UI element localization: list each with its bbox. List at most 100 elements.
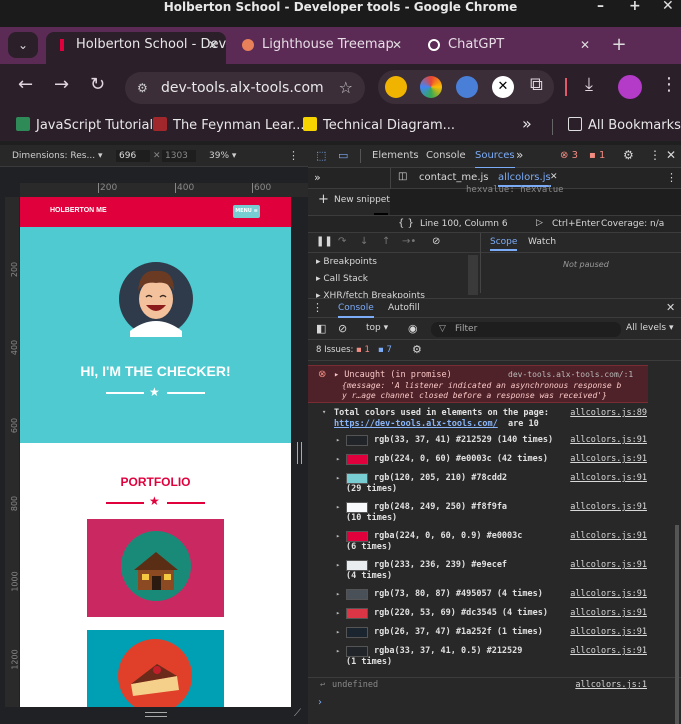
color-log-source-link[interactable]: allcolors.js:91 [570, 502, 647, 512]
extension-1-icon[interactable] [385, 76, 407, 98]
file-menu-icon[interactable]: ⋮ [666, 171, 677, 184]
site-brand[interactable]: HOLBERTON ME [50, 207, 107, 214]
address-bar[interactable]: ⚙ dev-tools.alx-tools.com ☆ [125, 72, 365, 104]
tab-chatgpt[interactable]: ChatGPT ✕ [418, 32, 598, 64]
issues-label[interactable]: 8 Issues: [316, 345, 353, 355]
extensions-puzzle-icon[interactable]: ⧉ [530, 74, 543, 95]
download-icon[interactable]: ⤓ [585, 74, 593, 95]
portfolio-card-cabin[interactable] [87, 519, 224, 617]
code-editor[interactable]: hexvalue: hexvalue [390, 185, 681, 215]
tab-scope[interactable]: Scope [490, 237, 518, 251]
bookmark-javascript-tutorial[interactable]: JavaScript Tutorial [16, 117, 153, 133]
tab-elements[interactable]: Elements [372, 145, 419, 167]
summary-source-link[interactable]: allcolors.js:89 [570, 408, 647, 418]
minimize-icon[interactable]: – [597, 0, 604, 13]
drawer-menu-icon[interactable]: ⋮ [312, 301, 323, 314]
tab-watch[interactable]: Watch [528, 237, 556, 247]
color-log-source-link[interactable]: allcolors.js:91 [570, 627, 647, 637]
navigator-toggle-icon[interactable]: » [314, 171, 321, 184]
close-tab-icon[interactable]: ✕ [208, 32, 218, 58]
close-tab-icon[interactable]: ✕ [392, 32, 402, 58]
color-log-source-link[interactable]: allcolors.js:91 [570, 589, 647, 599]
sidebar-toggle-icon[interactable]: ◧ [316, 322, 326, 335]
step-out-icon[interactable]: ↑ [382, 236, 390, 247]
resize-corner-icon[interactable]: ⟋ [294, 708, 301, 719]
profile-avatar[interactable] [618, 75, 642, 99]
new-snippet-row[interactable]: + New snippet [308, 189, 390, 213]
expand-triangle-icon[interactable]: ▸ [336, 590, 340, 598]
drawer-tab-autofill[interactable]: Autofill [388, 303, 420, 313]
expand-triangle-icon[interactable]: ▸ [336, 474, 340, 482]
width-input[interactable]: 696 [116, 150, 150, 162]
devtools-menu-icon[interactable]: ⋮ [649, 148, 661, 162]
color-log-source-link[interactable]: allcolors.js:91 [570, 608, 647, 618]
settings-gear-icon[interactable]: ⚙ [623, 148, 634, 162]
pause-icon[interactable]: ❚❚ [316, 236, 333, 247]
bookmark-technical-diagram[interactable]: Technical Diagram... [303, 117, 455, 133]
resize-handle-bottom[interactable] [145, 712, 167, 717]
close-window-icon[interactable]: ✕ [662, 0, 674, 13]
tab-sources[interactable]: Sources [475, 145, 515, 169]
all-bookmarks[interactable]: All Bookmarks [568, 117, 681, 133]
new-tab-icon[interactable]: + [604, 32, 634, 58]
portfolio-card-cake[interactable] [87, 630, 224, 707]
expand-triangle-icon[interactable]: ▸ [336, 561, 340, 569]
expand-triangle-icon[interactable]: ▸ [336, 532, 340, 540]
expand-triangle-icon[interactable]: ▸ [336, 503, 340, 511]
pane-scrollbar[interactable] [468, 255, 478, 295]
color-log-source-link[interactable]: allcolors.js:91 [570, 435, 647, 445]
color-log-source-link[interactable]: allcolors.js:91 [570, 646, 647, 656]
run-snippet-icon[interactable]: ▷ [536, 218, 543, 228]
close-devtools-icon[interactable]: ✕ [666, 148, 676, 162]
pane-callstack[interactable]: ▸ Call Stack [316, 274, 368, 284]
clear-console-icon[interactable]: ⊘ [338, 322, 347, 335]
bookmark-feynman[interactable]: The Feynman Lear... [153, 117, 305, 133]
forward-icon[interactable]: → [54, 74, 69, 95]
more-bookmarks-icon[interactable]: » [522, 114, 532, 133]
bookmark-star-icon[interactable]: ☆ [339, 72, 353, 104]
undefined-source-link[interactable]: allcolors.js:1 [575, 680, 647, 690]
issues-error-badge[interactable]: ▪ 1 [356, 345, 370, 355]
pane-breakpoints[interactable]: ▸ Breakpoints [316, 257, 377, 267]
back-icon[interactable]: ← [18, 74, 33, 95]
color-picker-extension-icon[interactable] [420, 76, 442, 98]
deactivate-breakpoints-icon[interactable]: ⊘ [432, 236, 440, 247]
height-input[interactable]: 1303 [162, 150, 196, 162]
errors-badge[interactable]: ⊗ 3 [560, 150, 578, 161]
tab-holberton[interactable]: Holberton School - Dev ✕ [46, 32, 226, 64]
device-options-icon[interactable]: ⋮ [288, 145, 299, 167]
live-expression-eye-icon[interactable]: ◉ [408, 322, 418, 335]
device-toggle-icon[interactable]: ▭ [338, 149, 348, 162]
reload-icon[interactable]: ↻ [90, 74, 105, 95]
drawer-tab-console[interactable]: Console [338, 303, 374, 318]
expand-triangle-icon[interactable]: ▸ [336, 647, 340, 655]
file-tab-contact-me[interactable]: contact_me.js [419, 172, 488, 183]
summary-url[interactable]: https://dev-tools.alx-tools.com/ [334, 419, 498, 429]
color-log-source-link[interactable]: allcolors.js:91 [570, 454, 647, 464]
step-into-icon[interactable]: ↓ [360, 236, 368, 247]
console-settings-icon[interactable]: ⚙ [412, 343, 422, 356]
warnings-badge[interactable]: ▪ 1 [589, 150, 605, 161]
site-info-icon[interactable]: ⚙ [137, 72, 148, 104]
console-prompt[interactable]: › [318, 697, 322, 708]
site-menu-button[interactable]: MENU ≡ [233, 205, 260, 218]
close-drawer-icon[interactable]: ✕ [666, 301, 675, 314]
close-tab-icon[interactable]: ✕ [580, 32, 590, 58]
console-error-message[interactable]: ⊗ ▸ Uncaught (in promise) dev-tools.alx-… [308, 365, 648, 403]
maximize-icon[interactable]: + [629, 0, 641, 13]
context-select[interactable]: top ▾ [366, 323, 388, 333]
close-file-icon[interactable]: ✕ [550, 172, 558, 182]
console-scrollbar[interactable] [675, 525, 679, 724]
step-icon[interactable]: →• [402, 236, 416, 247]
format-icon[interactable]: { } [398, 218, 414, 229]
dimensions-select[interactable]: Dimensions: Res... ▾ [12, 145, 102, 167]
menu-kebab-icon[interactable]: ⋮ [660, 74, 678, 95]
collapse-triangle-icon[interactable]: ▾ [322, 408, 326, 416]
color-log-source-link[interactable]: allcolors.js:91 [570, 473, 647, 483]
expand-triangle-icon[interactable]: ▸ [336, 609, 340, 617]
color-log-source-link[interactable]: allcolors.js:91 [570, 531, 647, 541]
resize-handle-right[interactable] [297, 442, 302, 464]
zoom-select[interactable]: 39% ▾ [209, 145, 236, 167]
tab-lighthouse[interactable]: Lighthouse Treemap ✕ [232, 32, 410, 64]
expand-triangle-icon[interactable]: ▸ [336, 436, 340, 444]
